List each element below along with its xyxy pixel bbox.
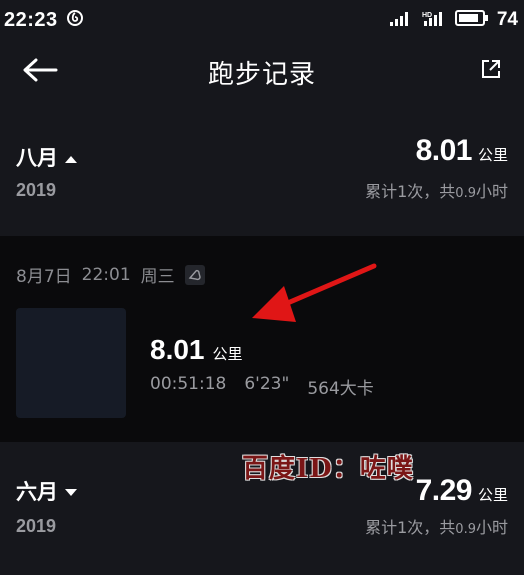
month-distance-unit: 公里: [477, 146, 508, 164]
month-year: 2019: [16, 180, 57, 200]
signal-icon: [389, 9, 413, 31]
month-summary: 累计1次，共0.9小时: [365, 178, 508, 202]
status-time: 22:23: [4, 8, 58, 31]
month-summary: 累计1次，共0.9小时: [365, 514, 508, 538]
summary-hours: 0.9: [455, 186, 476, 201]
share-button[interactable]: [474, 54, 508, 88]
summary-suffix: 小时: [475, 518, 508, 537]
run-record-card[interactable]: 8月7日 22:01 周三 8.01 公里 00:51:18 6'23" 564…: [0, 236, 524, 442]
month-distance: 7.29 公里: [416, 474, 508, 508]
battery-level: 74: [496, 9, 518, 30]
svg-text:HD: HD: [422, 12, 432, 19]
month-section-august[interactable]: 八月 2019 8.01 公里 累计1次，共0.9小时: [0, 128, 524, 228]
run-pace: 6'23": [244, 374, 290, 394]
summary-prefix: 累计1次，共: [365, 182, 456, 201]
netease-music-icon: [66, 9, 84, 31]
month-distance-unit: 公里: [477, 486, 508, 504]
running-records-screen: 22:23 HD 74 跑步记录 八月 2019 8.01 公里 累计1次，共0…: [0, 0, 524, 575]
run-date: 8月7日: [16, 267, 72, 287]
run-time: 22:01: [81, 264, 131, 285]
summary-prefix: 累计1次，共: [365, 518, 456, 537]
month-distance: 8.01 公里: [416, 134, 508, 168]
summary-suffix: 小时: [475, 182, 508, 201]
battery-icon: [454, 9, 489, 31]
month-label: 八月: [16, 146, 58, 170]
run-datetime: 8月7日 22:01 周三: [16, 262, 205, 287]
run-stats: 00:51:18 6'23" 564大卡: [150, 374, 374, 399]
status-bar-right: HD 74: [389, 9, 518, 31]
month-section-june[interactable]: 六月 2019 7.29 公里 累计1次，共0.9小时: [0, 462, 524, 562]
share-icon: [479, 57, 503, 85]
run-distance-value: 8.01: [150, 334, 205, 365]
caret-up-icon: [64, 145, 78, 169]
shoe-icon: [184, 264, 205, 285]
run-weekday: 周三: [140, 267, 175, 287]
month-label: 六月: [16, 480, 58, 504]
run-duration: 00:51:18: [150, 374, 227, 394]
status-bar-left: 22:23: [4, 9, 84, 32]
run-route-thumbnail: [16, 308, 126, 418]
run-distance: 8.01 公里: [150, 334, 243, 366]
status-bar: 22:23 HD 74: [0, 0, 524, 40]
summary-hours: 0.9: [455, 522, 476, 537]
month-distance-value: 7.29: [415, 474, 473, 507]
run-calories: 564大卡: [307, 379, 374, 399]
month-year: 2019: [16, 516, 57, 536]
month-name: 六月: [16, 476, 78, 506]
caret-down-icon: [64, 479, 78, 503]
app-header: 跑步记录: [0, 40, 524, 104]
page-title: 跑步记录: [207, 60, 316, 90]
month-distance-value: 8.01: [415, 134, 473, 167]
hd-signal-icon: HD: [421, 9, 447, 31]
run-distance-unit: 公里: [212, 345, 243, 363]
month-name: 八月: [16, 142, 78, 172]
